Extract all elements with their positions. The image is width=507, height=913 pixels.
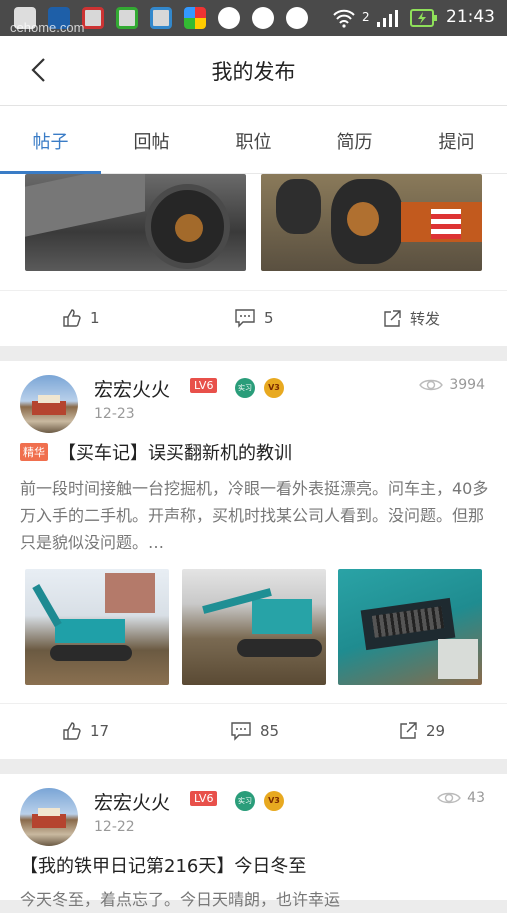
tab-resumes[interactable]: 简历 <box>304 128 405 154</box>
avatar[interactable] <box>20 375 78 433</box>
like-count: 17 <box>90 722 110 740</box>
post-image[interactable] <box>182 569 326 685</box>
eye-icon <box>419 379 444 391</box>
share-icon <box>384 309 401 327</box>
wechat-icon <box>218 7 240 29</box>
view-count: 43 <box>437 790 485 806</box>
page-title: 我的发布 <box>211 60 296 84</box>
username[interactable]: 宏宏火火 <box>94 375 170 402</box>
post-card[interactable]: 1 5 转发 <box>0 174 507 346</box>
share-button[interactable]: 29 <box>398 721 445 741</box>
tab-questions[interactable]: 提问 <box>406 128 507 154</box>
avatar[interactable] <box>20 788 78 846</box>
comment-button[interactable]: 5 <box>234 308 274 328</box>
comment-count: 85 <box>260 722 280 740</box>
post-title[interactable]: 【我的铁甲日记第216天】今日冬至 <box>20 852 306 878</box>
status-bar: 2 21:43 cehome.com <box>0 0 507 36</box>
battery-icon <box>410 9 437 27</box>
wechat-icon <box>252 7 274 29</box>
intern-badge-icon: 实习 <box>235 378 255 398</box>
vip-badge-icon: V3 <box>264 791 284 811</box>
vip-badge-icon: V3 <box>264 378 284 398</box>
comment-icon <box>235 309 255 328</box>
featured-tag: 精华 <box>20 443 48 461</box>
share-count: 29 <box>426 722 446 740</box>
tab-posts[interactable]: 帖子 <box>0 128 101 154</box>
clock: 21:43 <box>446 7 495 27</box>
username[interactable]: 宏宏火火 <box>94 788 170 815</box>
thumbs-up-icon <box>63 309 81 327</box>
post-title[interactable]: 精华 【买车记】误买翻新机的教训 <box>20 439 292 465</box>
post-image[interactable] <box>338 569 482 685</box>
comment-button[interactable]: 85 <box>230 721 279 741</box>
tab-replies[interactable]: 回帖 <box>101 128 202 154</box>
level-badge: LV6 <box>190 791 218 806</box>
like-button[interactable]: 17 <box>62 721 109 741</box>
sim-icon: 2 <box>362 10 370 24</box>
app-icon <box>184 7 206 29</box>
app-icon <box>116 7 138 29</box>
thumbs-up-icon <box>63 722 81 740</box>
intern-badge-icon: 实习 <box>235 791 255 811</box>
comment-icon <box>231 722 251 741</box>
view-count: 3994 <box>419 377 485 393</box>
app-icon <box>82 7 104 29</box>
post-date: 12-22 <box>94 819 135 835</box>
signal-icon <box>377 10 398 27</box>
post-actions: 17 85 29 <box>0 703 507 759</box>
post-actions: 1 5 转发 <box>0 290 507 346</box>
watermark: cehome.com <box>10 20 85 35</box>
app-icon <box>150 7 172 29</box>
comment-count: 5 <box>264 309 274 327</box>
tab-bar: 帖子 回帖 职位 简历 提问 <box>0 106 507 174</box>
share-icon <box>400 722 417 739</box>
post-date: 12-23 <box>94 406 135 422</box>
tab-jobs[interactable]: 职位 <box>203 128 304 154</box>
app-header: 我的发布 <box>0 36 507 106</box>
post-excerpt[interactable]: 前一段时间接触一台挖掘机，冷眼一看外表挺漂亮。问车主，40多万入手的二手机。开声… <box>20 475 490 556</box>
wechat-icon <box>286 7 308 29</box>
post-image[interactable] <box>261 174 482 271</box>
post-card[interactable]: 宏宏火火 LV6 实习 V3 43 12-22 【我的铁甲日记第216天】今日冬… <box>0 774 507 909</box>
wifi-icon <box>333 9 355 28</box>
eye-icon <box>437 792 462 804</box>
share-button[interactable]: 转发 <box>382 308 440 329</box>
like-count: 1 <box>90 309 100 327</box>
share-label: 转发 <box>410 310 441 328</box>
like-button[interactable]: 1 <box>62 308 100 328</box>
post-image[interactable] <box>25 569 169 685</box>
level-badge: LV6 <box>190 378 218 393</box>
post-image[interactable] <box>25 174 246 271</box>
post-card[interactable]: 宏宏火火 LV6 实习 V3 3994 12-23 精华 【买车记】误买翻新机的教… <box>0 361 507 759</box>
